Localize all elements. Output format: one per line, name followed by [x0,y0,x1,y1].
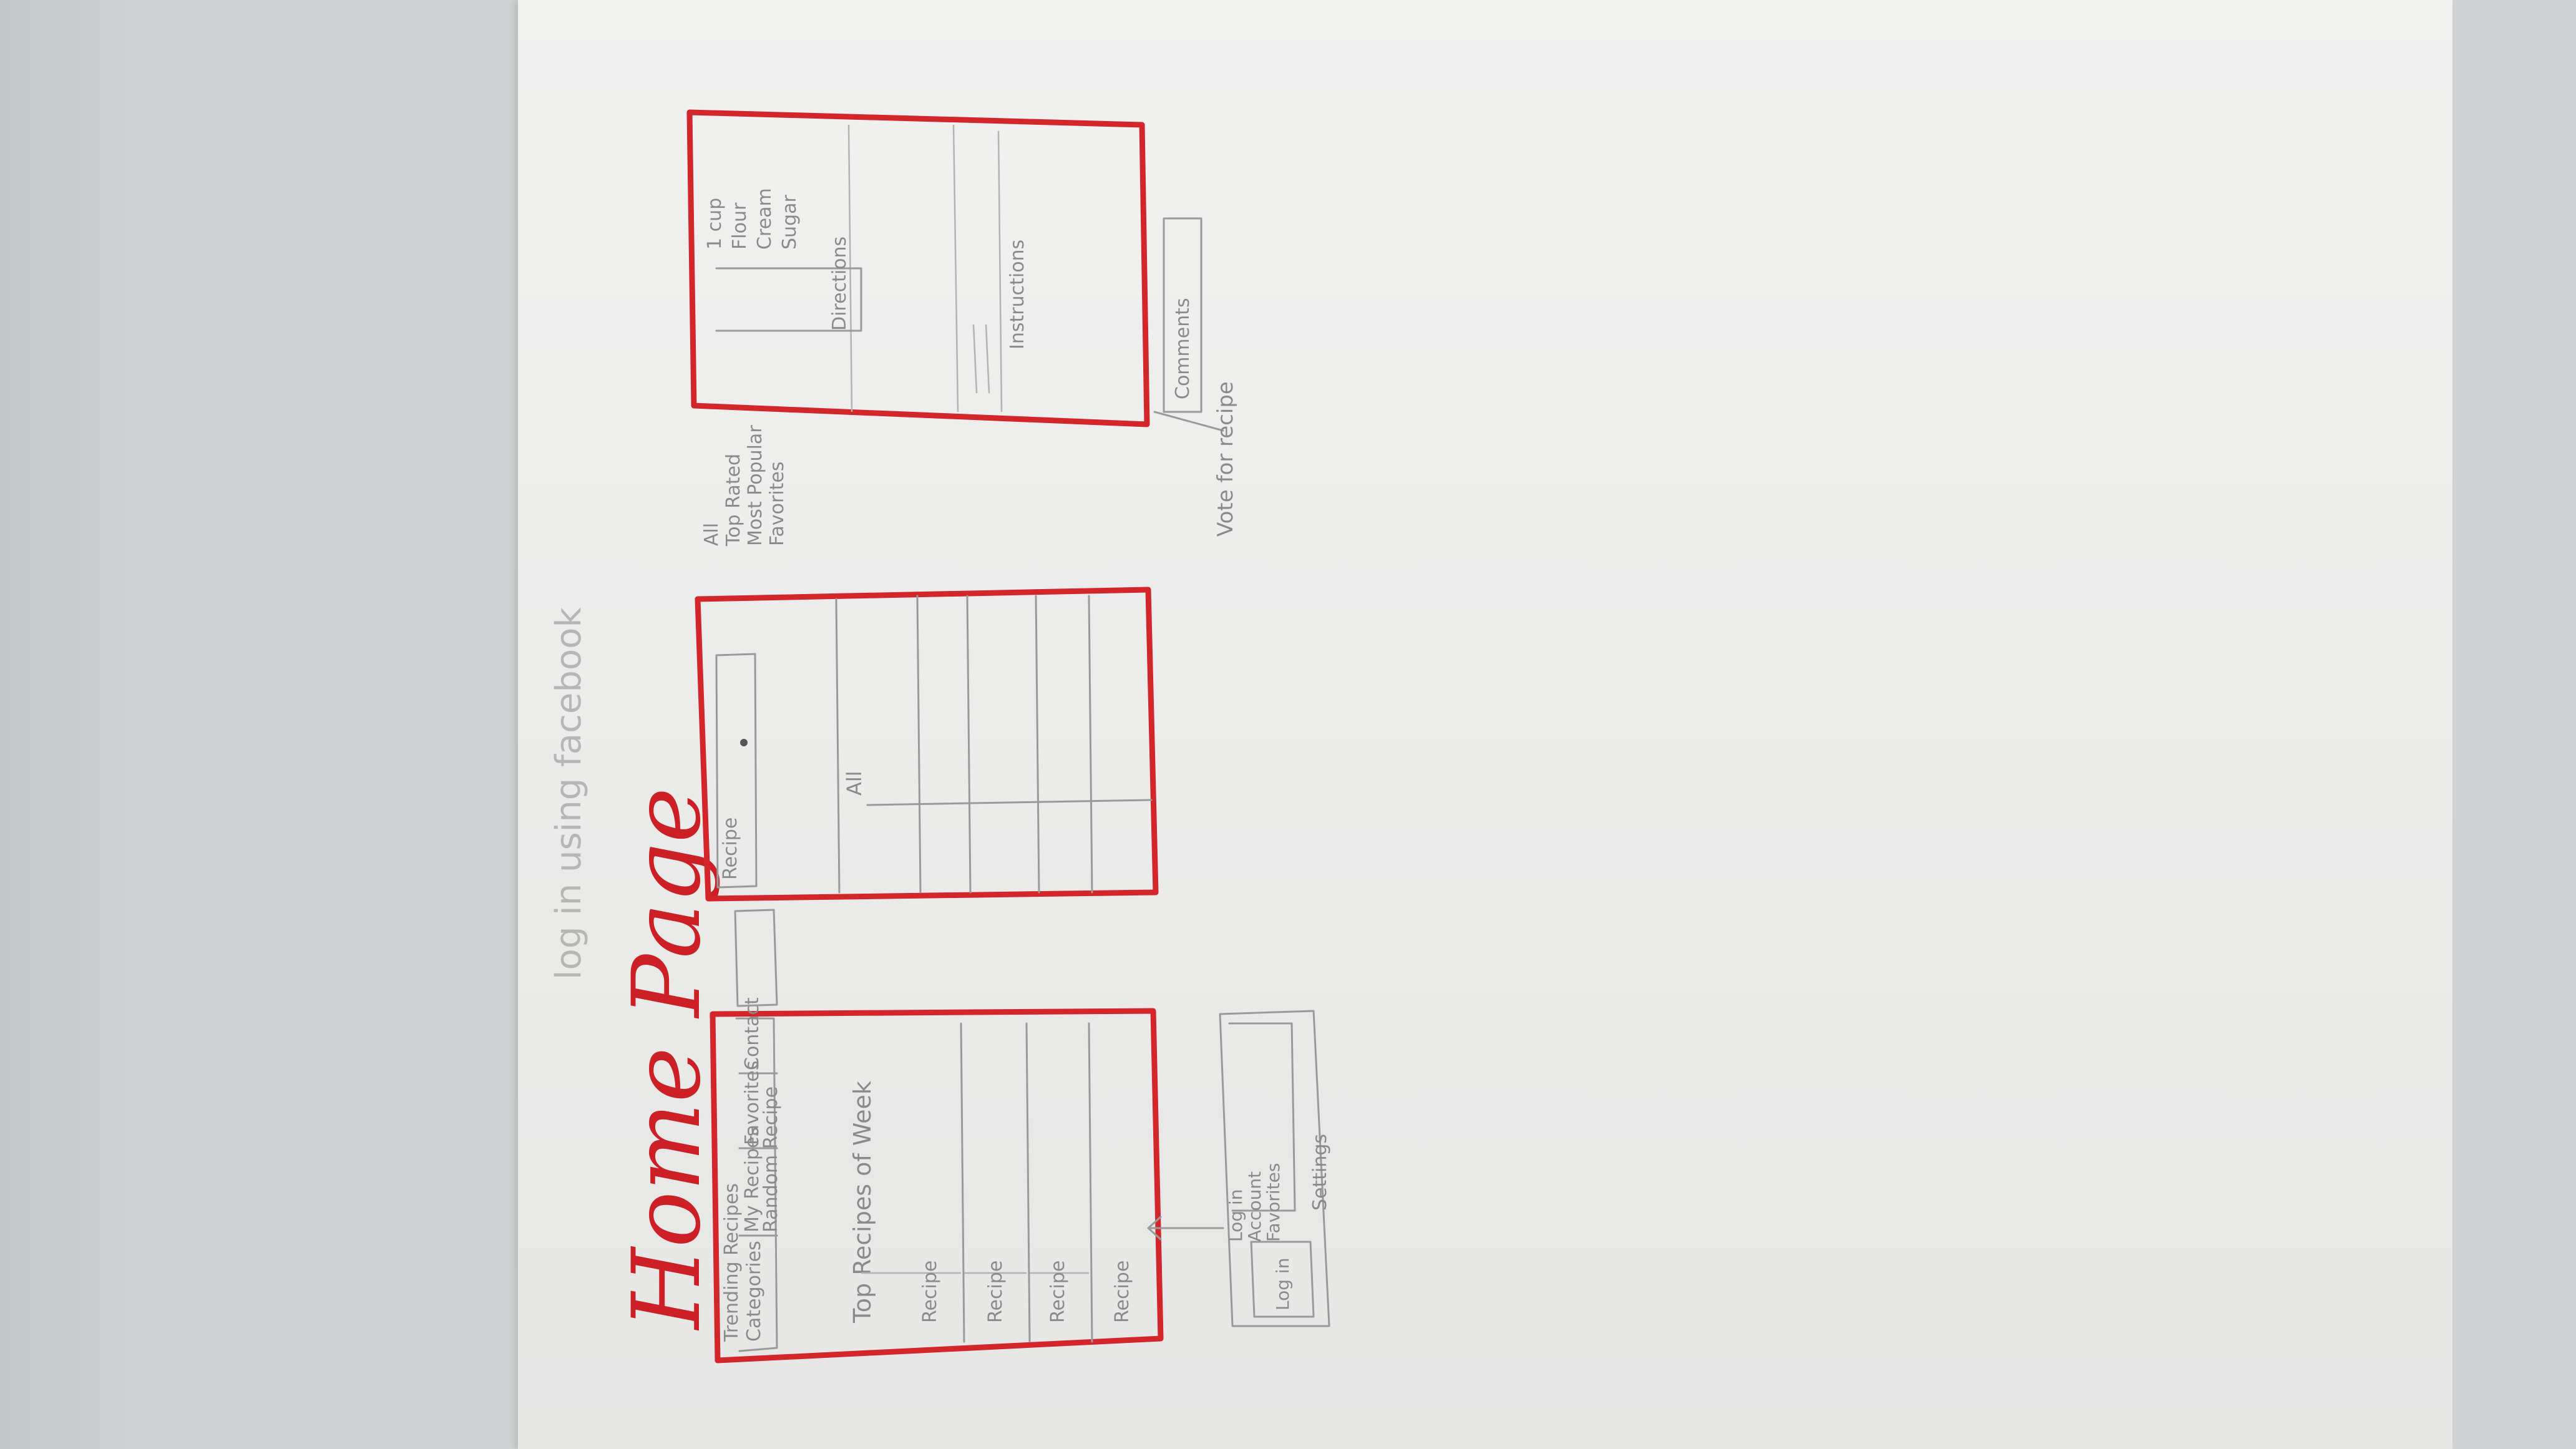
filter-note-item-3: Most Popular [744,425,766,546]
nav-label-contact: Contact [741,997,763,1070]
nav-label-random: Random Recipe [760,1086,782,1232]
faint-note: log in using facebook [549,607,589,980]
instructions-label: Instructions [1007,240,1028,349]
filter-note: All Top Rated Most Popular Favorites [701,425,788,547]
search-box-sketch [734,909,778,1007]
card-label-2: Recipe [985,1261,1007,1323]
search-screen-frame [695,587,1159,902]
ingredient-2: Flour [729,202,751,250]
vote-note: Vote for recipe [1213,381,1238,537]
nav-label-categories: Categories [743,1241,765,1342]
home-screen-wireframe: Trending Recipes Categories My Recipes R… [710,997,1224,1364]
comments-label: Comments [1172,298,1194,399]
section-heading: Top Recipes of Week [849,1081,876,1324]
filter-label: All [842,771,866,796]
filter-note-item-1: All [701,523,723,546]
nav-label-favorites: Favorites [741,1060,763,1145]
card-label-1: Recipe [919,1261,941,1323]
ingredient-3: Cream [754,188,776,250]
settings-popup-sketch: Log in Account Favorites Settings Log in [1219,1010,1331,1327]
directions-label: Directions [829,237,851,331]
ingredient-1: 1 cup [704,198,726,250]
ingredient-4: Sugar [779,195,801,250]
popup-item-1: Log in [1226,1189,1246,1242]
popup-item-3: Favorites [1263,1163,1284,1242]
filter-note-item-2: Top Rated [723,454,744,547]
popup-label-settings: Log in [1272,1258,1293,1310]
sketch-drawing: log in using facebook Home Page Trending… [549,109,1331,1364]
filter-note-item-4: Favorites [766,461,788,546]
card-label-4: Recipe [1111,1261,1133,1323]
search-label: Recipe [720,817,741,880]
settings-label: Settings [1309,1134,1331,1211]
nav-label-trending: Trending Recipes [721,1183,743,1342]
popup-item-2: Account [1244,1171,1265,1242]
search-screen-wireframe: Recipe All [695,587,1159,902]
detail-screen-wireframe: 1 cup Flour Cream Sugar Directions Instr… [686,109,1224,432]
card-label-3: Recipe [1047,1261,1069,1323]
